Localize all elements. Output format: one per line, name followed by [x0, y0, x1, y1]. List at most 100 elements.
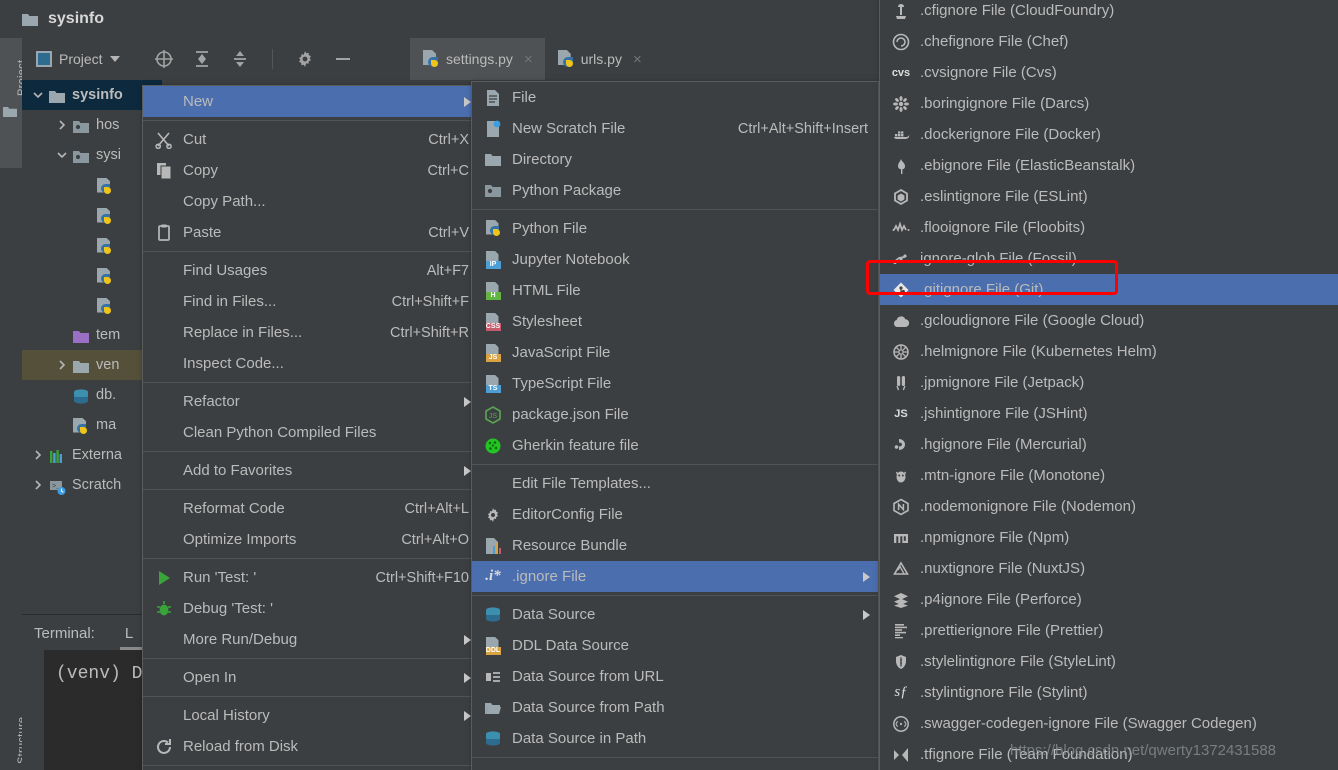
- settings-gear-icon[interactable]: [295, 49, 315, 69]
- tree-item[interactable]: Externa: [22, 440, 122, 470]
- menu-item[interactable]: H HTML File: [472, 275, 878, 306]
- tree-item[interactable]: [22, 290, 120, 320]
- menu-item[interactable]: Optimize Imports Ctrl+Alt+O: [143, 524, 479, 555]
- tree-item[interactable]: >_ Scratch: [22, 470, 121, 500]
- menu-item[interactable]: .nodemonignore File (Nodemon): [880, 491, 1338, 522]
- menu-item[interactable]: Open In: [143, 662, 479, 693]
- menu-item[interactable]: Python Package: [472, 175, 878, 206]
- menu-item[interactable]: Directory: [472, 144, 878, 175]
- tree-item[interactable]: [22, 260, 120, 290]
- cvs-icon: cvs: [891, 66, 911, 79]
- menu-item[interactable]: Clean Python Compiled Files: [143, 417, 479, 448]
- menu-item[interactable]: .nuxtignore File (NuxtJS): [880, 553, 1338, 584]
- menu-item[interactable]: EditorConfig File: [472, 499, 878, 530]
- menu-item[interactable]: Debug 'Test: ': [143, 593, 479, 624]
- menu-item[interactable]: .i* .ignore File: [472, 561, 878, 592]
- menu-item[interactable]: Inspect Code...: [143, 348, 479, 379]
- menu-item[interactable]: TS TypeScript File: [472, 368, 878, 399]
- menu-item-no-icon: [153, 293, 175, 311]
- menu-item[interactable]: .ebignore File (ElasticBeanstalk): [880, 150, 1338, 181]
- menu-item[interactable]: .eslintignore File (ESLint): [880, 181, 1338, 212]
- menu-item[interactable]: CSS Stylesheet: [472, 306, 878, 337]
- menu-item[interactable]: .stylelintignore File (StyleLint): [880, 646, 1338, 677]
- menu-item[interactable]: Data Source: [472, 599, 878, 630]
- menu-item[interactable]: .p4ignore File (Perforce): [880, 584, 1338, 615]
- menu-item[interactable]: Cut Ctrl+X: [143, 124, 479, 155]
- menu-item[interactable]: New Scratch File Ctrl+Alt+Shift+Insert: [472, 113, 878, 144]
- menu-item[interactable]: Add to Favorites: [143, 455, 479, 486]
- tree-item[interactable]: db.: [22, 380, 116, 410]
- editor-tab-urls[interactable]: urls.py ×: [545, 38, 654, 80]
- tree-item[interactable]: ven: [22, 350, 162, 380]
- menu-item[interactable]: .jpmignore File (Jetpack): [880, 367, 1338, 398]
- menu-item[interactable]: .dockerignore File (Docker): [880, 119, 1338, 150]
- tree-item[interactable]: tem: [22, 320, 120, 350]
- menu-item[interactable]: Copy Ctrl+C: [143, 155, 479, 186]
- file-icon: [482, 89, 504, 107]
- menu-item[interactable]: Driver and Data Source: [472, 761, 878, 770]
- menu-item[interactable]: .helmignore File (Kubernetes Helm): [880, 336, 1338, 367]
- menu-item[interactable]: Data Source from Path: [472, 692, 878, 723]
- menu-item[interactable]: .npmignore File (Npm): [880, 522, 1338, 553]
- menu-item[interactable]: .boringignore File (Darcs): [880, 88, 1338, 119]
- menu-item[interactable]: Python File: [472, 213, 878, 244]
- menu-item[interactable]: JS package.json File: [472, 399, 878, 430]
- menu-item[interactable]: .flooignore File (Floobits): [880, 212, 1338, 243]
- tool-window-tab-structure[interactable]: Structure: [0, 678, 28, 770]
- close-icon[interactable]: ×: [524, 51, 533, 68]
- expand-all-icon[interactable]: [192, 49, 212, 69]
- menu-item[interactable]: .chefignore File (Chef): [880, 26, 1338, 57]
- chevron-down-icon[interactable]: [109, 56, 120, 62]
- project-view-selector[interactable]: Project: [36, 51, 120, 67]
- menu-item[interactable]: Resource Bundle: [472, 530, 878, 561]
- menu-item[interactable]: Run 'Test: ' Ctrl+Shift+F10: [143, 562, 479, 593]
- menu-item[interactable]: Data Source in Path: [472, 723, 878, 754]
- menu-item[interactable]: .swagger-codegen-ignore File (Swagger Co…: [880, 708, 1338, 739]
- menu-item[interactable]: .hgignore File (Mercurial): [880, 429, 1338, 460]
- tool-window-tab-project[interactable]: Project: [0, 38, 28, 168]
- menu-item[interactable]: DDL DDL Data Source: [472, 630, 878, 661]
- menu-item[interactable]: Find Usages Alt+F7: [143, 255, 479, 286]
- menu-item[interactable]: Edit File Templates...: [472, 468, 878, 499]
- tree-item[interactable]: ma: [22, 410, 116, 440]
- menu-item[interactable]: Data Source from URL: [472, 661, 878, 692]
- tree-item[interactable]: sysinfo: [22, 80, 162, 110]
- menu-item[interactable]: Copy Path...: [143, 186, 479, 217]
- menu-item[interactable]: JS JavaScript File: [472, 337, 878, 368]
- menu-item[interactable]: Reload from Disk: [143, 731, 479, 762]
- editor-tab-settings[interactable]: settings.py ×: [410, 38, 545, 80]
- menu-item[interactable]: Reformat Code Ctrl+Alt+L: [143, 493, 479, 524]
- menu-item[interactable]: More Run/Debug: [143, 624, 479, 655]
- tree-item-label: sysinfo: [72, 87, 123, 103]
- menu-item[interactable]: .prettierignore File (Prettier): [880, 615, 1338, 646]
- menu-item[interactable]: .gitignore File (Git): [880, 274, 1338, 305]
- menu-item[interactable]: JS .jshintignore File (JSHint): [880, 398, 1338, 429]
- terminal-header[interactable]: Terminal: L: [22, 616, 133, 650]
- menu-item[interactable]: Local History: [143, 700, 479, 731]
- tree-item[interactable]: sysi: [22, 140, 121, 170]
- menu-item[interactable]: IP Jupyter Notebook: [472, 244, 878, 275]
- tree-item[interactable]: hos: [22, 110, 119, 140]
- menu-item[interactable]: .cfignore File (CloudFoundry): [880, 0, 1338, 26]
- menu-item[interactable]: New: [143, 86, 479, 117]
- tree-item[interactable]: [22, 170, 120, 200]
- menu-item[interactable]: Paste Ctrl+V: [143, 217, 479, 248]
- menu-item-no-icon: [153, 393, 175, 411]
- tree-item[interactable]: [22, 230, 120, 260]
- menu-item[interactable]: File: [472, 82, 878, 113]
- hide-icon[interactable]: [333, 49, 353, 69]
- locate-target-icon[interactable]: [154, 49, 174, 69]
- menu-item[interactable]: sƒ .stylintignore File (Stylint): [880, 677, 1338, 708]
- menu-item[interactable]: Replace in Files... Ctrl+Shift+R: [143, 317, 479, 348]
- tree-item[interactable]: [22, 200, 120, 230]
- menu-item[interactable]: ignore-glob File (Fossil): [880, 243, 1338, 274]
- menu-item[interactable]: .mtn-ignore File (Monotone): [880, 460, 1338, 491]
- close-icon[interactable]: ×: [633, 51, 642, 68]
- menu-item[interactable]: .gcloudignore File (Google Cloud): [880, 305, 1338, 336]
- collapse-all-icon[interactable]: [230, 49, 250, 69]
- menu-item[interactable]: cvs .cvsignore File (Cvs): [880, 57, 1338, 88]
- menu-item[interactable]: Find in Files... Ctrl+Shift+F: [143, 286, 479, 317]
- python-file-icon: [96, 177, 113, 194]
- menu-item[interactable]: Refactor: [143, 386, 479, 417]
- menu-item[interactable]: Gherkin feature file: [472, 430, 878, 461]
